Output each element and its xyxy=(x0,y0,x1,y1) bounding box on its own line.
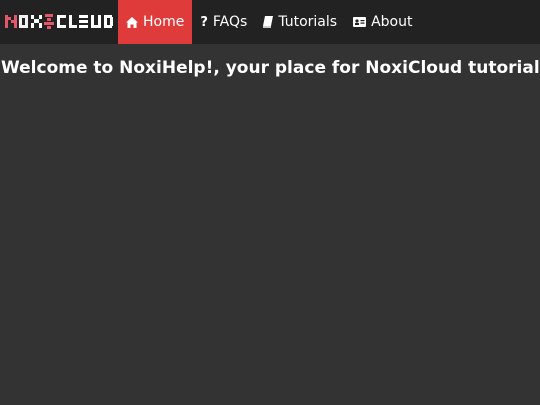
nav-faqs-label: FAQs xyxy=(212,14,248,30)
nav-tutorials[interactable]: Tutorials xyxy=(255,0,345,44)
book-icon xyxy=(263,16,274,28)
home-icon xyxy=(126,16,138,28)
nav-faqs[interactable]: ? FAQs xyxy=(192,0,255,44)
address-card-icon xyxy=(353,17,367,27)
nav-tutorials-label: Tutorials xyxy=(278,14,338,30)
noxicloud-logo-image xyxy=(5,14,113,29)
main-content: Welcome to NoxiHelp!, your place for Nox… xyxy=(0,44,540,78)
top-navbar: Home ? FAQs Tutorials About xyxy=(0,0,540,44)
question-icon: ? xyxy=(200,14,208,30)
brand-logo[interactable] xyxy=(0,0,118,44)
nav-home-label: Home xyxy=(143,14,185,30)
page-headline: Welcome to NoxiHelp!, your place for Nox… xyxy=(1,58,540,78)
nav-about-label: About xyxy=(371,14,413,30)
nav-about[interactable]: About xyxy=(345,0,420,44)
nav-home[interactable]: Home xyxy=(118,0,193,44)
